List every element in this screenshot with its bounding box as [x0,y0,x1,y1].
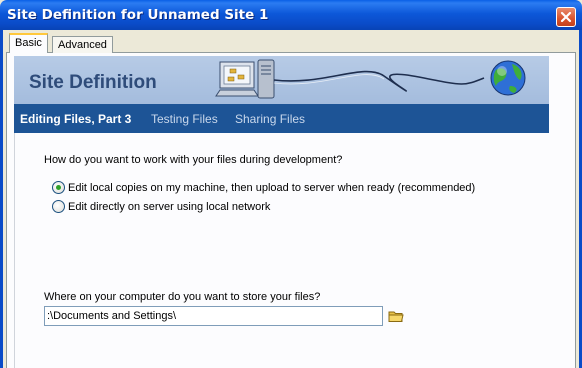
banner-title: Site Definition [29,72,157,93]
work-method-question: How do you want to work with your files … [44,154,343,166]
radio-edit-local-label: Edit local copies on my machine, then up… [68,181,476,194]
tab-advanced[interactable]: Advanced [52,36,113,53]
store-location-question: Where on your computer do you want to st… [44,291,321,303]
computer-server-icon [215,59,275,99]
title-bar: Site Definition for Unnamed Site 1 [0,0,582,30]
radio-edit-server-label: Edit directly on server using local netw… [68,200,271,213]
globe-icon [490,60,526,96]
radio-button-checked[interactable] [52,181,65,194]
radio-edit-local[interactable]: Edit local copies on my machine, then up… [52,181,475,194]
close-icon [560,11,572,23]
local-folder-path-input[interactable]: :\Documents and Settings\ [44,306,383,326]
banner-art [215,59,526,99]
radio-button-unchecked[interactable] [52,200,65,213]
window-frame-left [0,30,3,368]
close-button[interactable] [556,7,576,27]
step-editing-files: Editing Files, Part 3 [20,112,132,126]
content-area [14,133,549,368]
tab-basic[interactable]: Basic [9,33,48,53]
folder-icon[interactable] [388,309,404,323]
step-testing-files: Testing Files [151,112,218,126]
radio-edit-server[interactable]: Edit directly on server using local netw… [52,200,270,213]
site-definition-banner: Site Definition [14,56,549,104]
wizard-steps-bar: Editing Files, Part 3 Testing Files Shar… [14,104,549,133]
window-title: Site Definition for Unnamed Site 1 [7,7,269,23]
step-sharing-files: Sharing Files [235,112,306,126]
